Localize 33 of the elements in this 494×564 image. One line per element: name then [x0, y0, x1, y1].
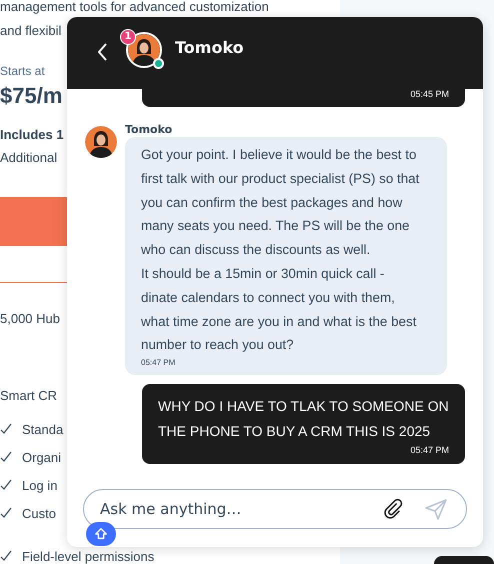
- chat-launcher-button[interactable]: [434, 556, 494, 564]
- price-text: $75/m: [0, 82, 62, 110]
- arrow-up-icon: [94, 527, 108, 541]
- body-text: management tools for advanced customization: [0, 0, 269, 16]
- message-time: 05:47 PM: [141, 357, 176, 370]
- avatar: [85, 126, 117, 158]
- back-icon[interactable]: [98, 43, 108, 61]
- check-icon: [0, 451, 12, 463]
- chat-title: Tomoko: [175, 38, 244, 57]
- paperclip-icon[interactable]: [382, 498, 404, 520]
- section-heading: Smart CR: [0, 387, 58, 405]
- feature-text: Custo: [22, 506, 56, 520]
- body-text: 5,000 Hub: [0, 310, 60, 328]
- unread-badge: 1: [120, 29, 136, 45]
- check-icon: [0, 507, 12, 519]
- message-text: WHY DO I HAVE TO TLAK TO SOMEONE ON THE PHONE TO BUY A CRM THIS IS 2025: [158, 397, 449, 442]
- feature-text: Log in: [22, 478, 58, 492]
- message-time: 05:47 PM: [409, 444, 449, 456]
- price-label: Starts at: [0, 63, 45, 80]
- message-text: Got your point. I believe it would be the best to first talk with our product specialist (PS) so that you can confirm the best packages and how many seats you need. The PS will be the one who can discuss the discounts as well. It should be a 15min or 30min quick call - dinate calendars to connect you with them, what time zone are you in and what is the best number to reach you out?: [141, 146, 420, 354]
- feature-text: Organi: [22, 450, 62, 464]
- body-text: and flexibil: [0, 22, 62, 40]
- feature-text: Field-level permissions: [22, 548, 154, 564]
- check-icon: [0, 423, 12, 435]
- check-icon: [0, 479, 12, 491]
- sender-name: Tomoko: [125, 123, 174, 137]
- feature-text: Standa: [22, 422, 64, 436]
- message-input[interactable]: Ask me anything…: [83, 489, 467, 529]
- plan-includes: Includes 1: [0, 126, 64, 144]
- message-time: 05:45 PM: [409, 88, 449, 100]
- scroll-up-button[interactable]: [86, 522, 116, 546]
- body-text: Additional: [0, 149, 58, 167]
- check-icon: [0, 550, 12, 562]
